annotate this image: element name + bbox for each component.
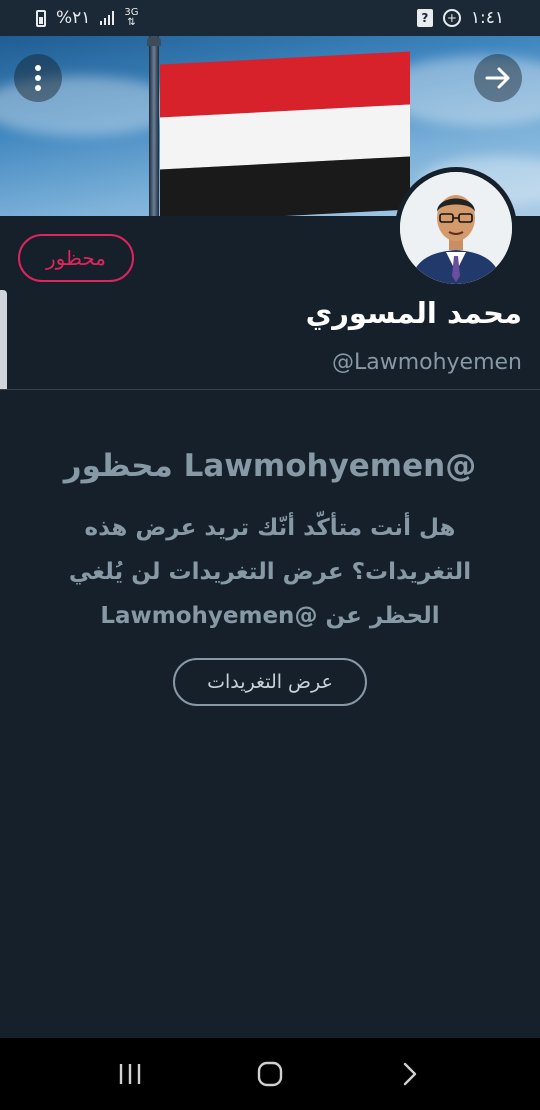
profile-name: محمد المسوري [305,296,522,330]
network-type: 3G [124,7,139,18]
battery-icon [36,9,46,27]
yemen-flag-image [160,51,410,216]
unknown-app-icon: ? [416,9,433,27]
recents-icon[interactable] [100,1044,160,1104]
data-icon: 3G ⇅ [124,7,139,28]
battery-level: %٢١ [56,8,91,28]
location-icon: + [442,9,461,27]
arrow-right-icon[interactable] [474,54,522,102]
back-icon[interactable] [380,1044,440,1104]
avatar[interactable] [395,167,517,289]
system-nav-bar [0,1038,540,1110]
blocked-title: @Lawmohyemen محظور [63,448,477,484]
status-left: %٢١ 3G ⇅ [36,8,139,28]
view-tweets-button[interactable]: عرض التغريدات [173,658,367,706]
home-icon[interactable] [240,1044,300,1104]
more-vertical-icon[interactable] [14,54,62,102]
blocked-notice: @Lawmohyemen محظور هل أنت متأكّد أنّك تر… [0,390,540,1038]
blocked-body: هل أنت متأكّد أنّك تريد عرض هذه التغريدا… [68,515,472,629]
blocked-button[interactable]: محظور [18,234,134,282]
status-bar: %٢١ 3G ⇅ ? + ١:٤١ [0,0,540,36]
status-time: ١:٤١ [470,8,504,28]
flag-pole [149,36,159,216]
avatar-photo [400,172,512,284]
signal-icon [100,11,115,25]
status-right: ? + ١:٤١ [416,8,504,28]
flag-pole-top [147,36,161,46]
profile-handle: @Lawmohyemen [331,350,522,375]
